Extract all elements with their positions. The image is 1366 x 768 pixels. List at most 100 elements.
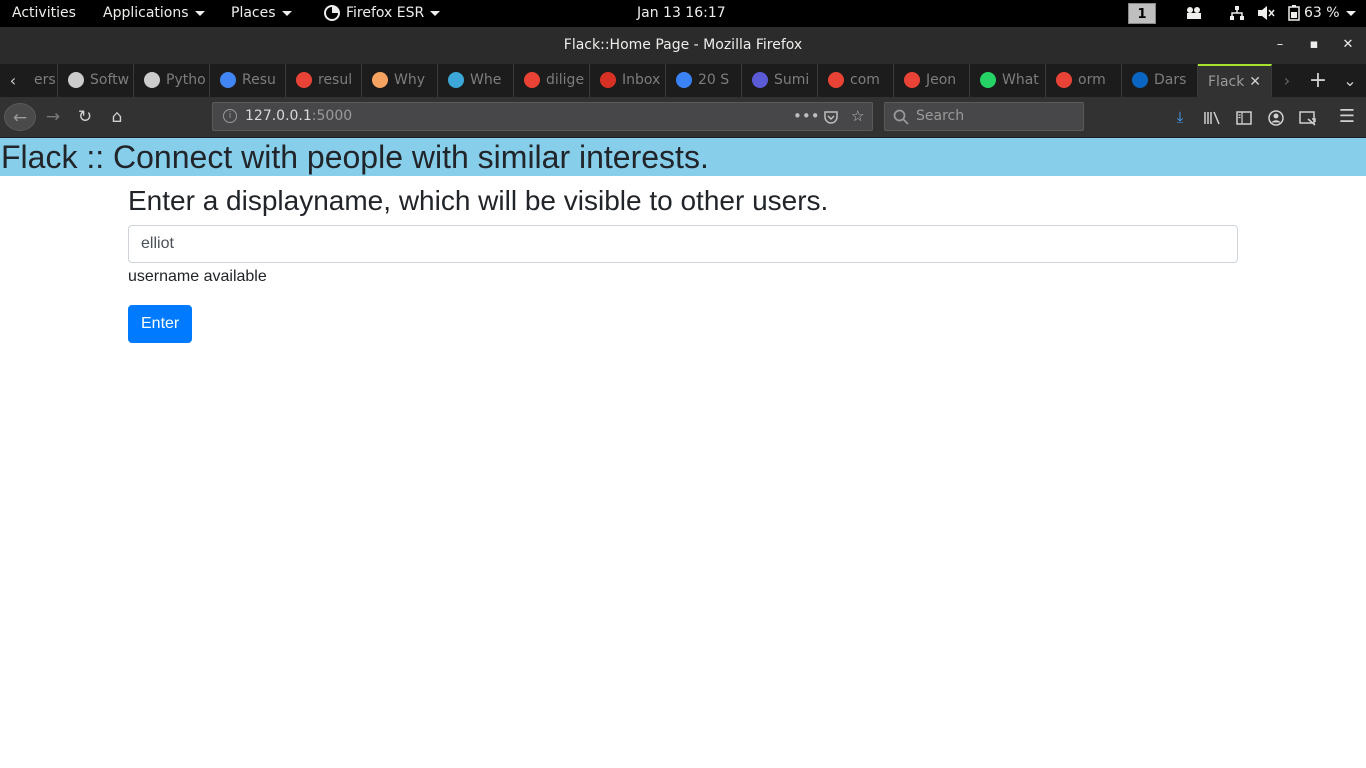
google-icon (904, 72, 920, 88)
tab[interactable]: Whe (438, 64, 514, 97)
back-button[interactable]: ← (4, 103, 36, 131)
bookmark-icon (752, 72, 768, 88)
search-placeholder: Search (916, 108, 965, 124)
tab-label: What (1002, 72, 1039, 88)
docs-icon (220, 72, 236, 88)
tab[interactable]: Dars (1122, 64, 1198, 97)
camera-icon[interactable] (1185, 0, 1203, 27)
scroll-tabs-right-button[interactable]: › (1276, 64, 1298, 97)
sidebar-icon[interactable] (1230, 103, 1258, 131)
places-menu[interactable]: Places (231, 0, 292, 27)
tab-label: resul (318, 72, 353, 88)
url-bar[interactable]: i 127.0.0.1:5000 ••• ☆ (212, 102, 873, 131)
battery-indicator[interactable]: 63 % (1288, 0, 1356, 27)
url-port: :5000 (311, 108, 353, 124)
gmail-icon (600, 72, 616, 88)
firefox-app-label: Firefox ESR (346, 5, 425, 21)
tab[interactable]: Resu (210, 64, 286, 97)
home-button[interactable]: ⌂ (104, 103, 130, 131)
tab[interactable]: Inbox (590, 64, 666, 97)
reload-button[interactable]: ↻ (72, 103, 98, 131)
tab-label: Resu (242, 72, 276, 88)
scroll-tabs-left-button[interactable]: ‹ (2, 64, 24, 97)
tab[interactable]: ers (24, 64, 58, 97)
hamburger-menu-icon[interactable]: ☰ (1333, 103, 1361, 131)
volume-muted-icon[interactable] (1257, 0, 1275, 27)
tab-label: 20 S (698, 72, 730, 88)
clock[interactable]: Jan 13 16:17 (637, 0, 726, 27)
page-actions-icon[interactable]: ••• (793, 103, 820, 130)
places-label: Places (231, 5, 276, 21)
applications-menu[interactable]: Applications (103, 0, 205, 27)
workspace-indicator[interactable]: 1 (1128, 3, 1156, 24)
forward-button[interactable]: → (40, 103, 66, 131)
tab-label: Whe (470, 72, 502, 88)
tab-label: dilige (546, 72, 585, 88)
displayname-form: Enter a displayname, which will be visib… (128, 182, 1238, 343)
battery-icon (1288, 5, 1300, 21)
tab[interactable]: com (818, 64, 894, 97)
whatsapp-icon (980, 72, 996, 88)
minimize-button[interactable]: – (1270, 35, 1290, 55)
tab[interactable]: Softw (58, 64, 134, 97)
tab-flack-active[interactable]: Flack ✕ (1198, 64, 1272, 97)
url-host: 127.0.0.1 (245, 108, 312, 124)
list-all-tabs-button[interactable]: ⌄ (1338, 64, 1362, 97)
google-icon (828, 72, 844, 88)
network-icon[interactable] (1229, 0, 1245, 27)
tab[interactable]: dilige (514, 64, 590, 97)
tab-label: Inbox (622, 72, 661, 88)
bookmark-icon (676, 72, 692, 88)
page-title: Flack :: Connect with people with simila… (1, 139, 709, 175)
chevron-down-icon (430, 10, 441, 16)
header-banner: Flack :: Connect with people with simila… (0, 138, 1366, 176)
new-tab-button[interactable]: + (1306, 64, 1330, 97)
google-icon (296, 72, 312, 88)
displayname-input[interactable] (128, 225, 1238, 263)
navigation-toolbar: ← → ↻ ⌂ i 127.0.0.1:5000 ••• ☆ Search ⤓ … (0, 97, 1366, 138)
battery-percent: 63 % (1304, 5, 1340, 21)
tab-label: com (850, 72, 880, 88)
close-window-button[interactable]: ✕ (1338, 35, 1358, 55)
firefox-app-menu[interactable]: Firefox ESR (324, 0, 441, 27)
peace-icon (68, 72, 84, 88)
tab[interactable]: Pytho (134, 64, 210, 97)
close-tab-icon[interactable]: ✕ (1249, 66, 1261, 97)
tab[interactable]: Sumi (742, 64, 818, 97)
downloads-icon[interactable]: ⤓ (1166, 103, 1194, 131)
google-icon (524, 72, 540, 88)
maximize-button[interactable]: ▪ (1304, 35, 1324, 55)
chevron-down-icon (194, 10, 205, 16)
m-icon (448, 72, 464, 88)
bookmark-star-icon[interactable]: ☆ (851, 103, 864, 130)
tab-label: Softw (90, 72, 130, 88)
library-icon[interactable] (1198, 103, 1226, 131)
availability-status: username available (128, 268, 267, 285)
tab-label: Flack (1208, 74, 1245, 90)
tab[interactable]: Jeon (894, 64, 970, 97)
activities-button[interactable]: Activities (12, 0, 76, 27)
tab[interactable]: orm (1046, 64, 1122, 97)
page-content: Flack :: Connect with people with simila… (0, 138, 1366, 768)
pocket-icon[interactable] (823, 103, 839, 130)
tab[interactable]: resul (286, 64, 362, 97)
tab-label: ers (34, 72, 56, 88)
site-info-icon[interactable]: i (223, 109, 237, 123)
tab-label: Sumi (774, 72, 810, 88)
tab-label: Dars (1154, 72, 1187, 88)
search-bar[interactable]: Search (884, 102, 1084, 131)
tab-strip: ‹ ers Softw Pytho Resu resul Why Whe dilige Inbo… (0, 64, 1366, 97)
enter-button[interactable]: Enter (128, 305, 193, 343)
search-icon (893, 106, 909, 125)
tab[interactable]: What (970, 64, 1046, 97)
tab[interactable]: Why (362, 64, 438, 97)
account-icon[interactable] (1262, 103, 1290, 131)
form-prompt: Enter a displayname, which will be visib… (128, 185, 829, 216)
peace-icon (144, 72, 160, 88)
firefox-icon (324, 5, 340, 21)
tab[interactable]: 20 S (666, 64, 742, 97)
url-text[interactable]: 127.0.0.1:5000 (245, 103, 352, 130)
screenshot-icon[interactable] (1294, 103, 1322, 131)
chevron-down-icon (281, 10, 292, 16)
linkedin-icon (1132, 72, 1148, 88)
